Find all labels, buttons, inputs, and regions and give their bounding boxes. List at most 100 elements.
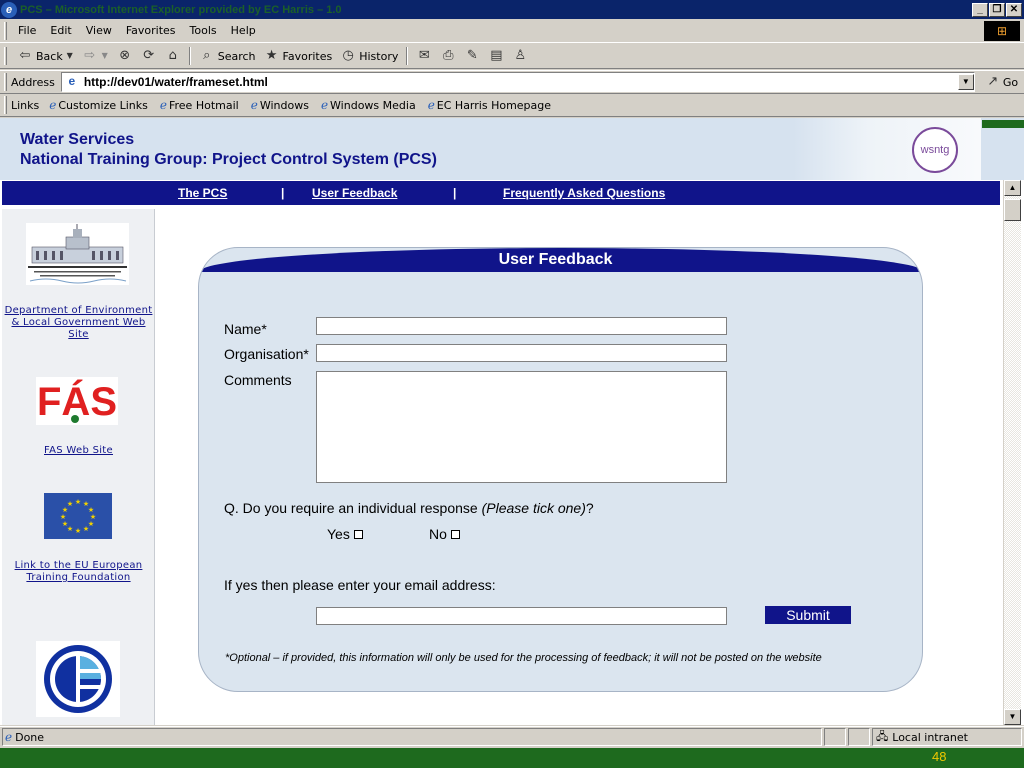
ie-app-icon: e — [1, 1, 17, 18]
circle-emblem-logo — [36, 641, 120, 717]
minimize-button[interactable]: _ — [972, 2, 988, 17]
menu-favorites[interactable]: Favorites — [119, 24, 183, 37]
menu-tools[interactable]: Tools — [183, 24, 224, 37]
search-icon: ⌕ — [203, 48, 211, 63]
submit-button[interactable]: Submit — [765, 606, 851, 624]
toolbar-separator — [406, 47, 409, 65]
fas-logo[interactable]: FÁS — [36, 377, 118, 425]
scroll-up-icon[interactable]: ▲ — [1004, 180, 1021, 196]
name-input[interactable] — [316, 317, 727, 335]
close-button[interactable]: ✕ — [1006, 2, 1022, 17]
menu-file[interactable]: File — [11, 24, 43, 37]
discuss-button[interactable]: ▤ — [484, 48, 508, 64]
svg-text:★: ★ — [67, 500, 73, 508]
link-label: Windows Media — [330, 98, 416, 112]
no-checkbox[interactable] — [450, 530, 460, 539]
vertical-scrollbar[interactable]: ▲ ▼ — [1003, 180, 1021, 725]
organisation-input[interactable] — [316, 344, 727, 362]
eu-flag-logo[interactable]: ★ ★★★★★ ★★★★★★ — [44, 493, 112, 539]
response-question: Q. Do you require an individual response… — [224, 500, 594, 516]
link-ec-harris-homepage[interactable]: ℯ EC Harris Homepage — [422, 98, 557, 112]
nav-faq[interactable]: Frequently Asked Questions — [503, 186, 665, 200]
site-title-line1: Water Services — [20, 131, 135, 148]
home-button[interactable]: ⌂ — [161, 48, 185, 64]
status-cell — [824, 728, 846, 746]
scroll-down-icon[interactable]: ▼ — [1004, 709, 1021, 725]
forward-dropdown-icon[interactable]: ▼ — [101, 48, 109, 64]
favorites-button[interactable]: ★ Favorites — [260, 48, 337, 64]
comments-textarea[interactable] — [316, 371, 727, 483]
print-button[interactable]: ⎙ — [436, 48, 460, 64]
refresh-icon: ⟳ — [143, 48, 155, 63]
refresh-button[interactable]: ⟳ — [137, 48, 161, 64]
nav-the-pcs[interactable]: The PCS — [178, 186, 227, 200]
toolbar-grip[interactable] — [4, 47, 7, 65]
go-button[interactable]: ↗ Go — [985, 74, 1018, 90]
link-windows-media[interactable]: ℯ Windows Media — [315, 98, 422, 112]
wsntg-logo: wsntg — [912, 127, 958, 173]
history-icon: ◷ — [342, 48, 354, 63]
discuss-icon: ▤ — [490, 48, 503, 63]
address-label: Address — [11, 75, 55, 89]
ie-link-icon: ℯ — [427, 98, 435, 112]
svg-text:★: ★ — [75, 527, 81, 535]
address-dropdown-icon[interactable]: ▼ — [957, 74, 974, 90]
zone-label: Local intranet — [892, 730, 968, 744]
history-button[interactable]: ◷ History — [336, 48, 402, 64]
back-button[interactable]: ⇦ Back ▼ — [13, 48, 78, 64]
dept-environment-link[interactable]: Department of Environment & Local Govern… — [2, 305, 155, 341]
site-title: Water Services National Training Group: … — [20, 130, 437, 170]
name-label: Name* — [224, 321, 267, 337]
yes-option: Yes — [327, 526, 363, 542]
page-icon: e — [68, 74, 76, 88]
search-button[interactable]: ⌕ Search — [195, 48, 260, 64]
stop-button[interactable]: ⊗ — [113, 48, 137, 64]
email-label: If yes then please enter your email addr… — [224, 577, 496, 593]
home-icon: ⌂ — [168, 48, 177, 63]
svg-text:★: ★ — [62, 520, 68, 528]
mail-button[interactable]: ✉ — [412, 48, 436, 64]
link-windows[interactable]: ℯ Windows — [245, 98, 315, 112]
ie-link-icon: ℯ — [49, 98, 57, 112]
address-input[interactable]: e http://dev01/water/frameset.html ▼ — [60, 72, 975, 92]
svg-text:★: ★ — [75, 498, 81, 506]
yes-checkbox[interactable] — [353, 530, 363, 539]
scroll-thumb[interactable] — [1004, 199, 1021, 221]
question-hint: (Please tick one) — [481, 500, 586, 516]
email-input[interactable] — [316, 607, 727, 625]
status-bar: ℯ Done 🖧 Local intranet — [0, 726, 1024, 747]
menu-view[interactable]: View — [79, 24, 119, 37]
address-bar: Address e http://dev01/water/frameset.ht… — [0, 70, 1024, 93]
feedback-panel: User Feedback Name* Organisation* Commen… — [198, 247, 923, 692]
security-zone: 🖧 Local intranet — [872, 728, 1022, 746]
history-label: History — [359, 49, 399, 63]
link-customize-links[interactable]: ℯ Customize Links — [43, 98, 154, 112]
messenger-button[interactable]: ♙ — [508, 48, 532, 64]
status-main: ℯ Done — [2, 728, 822, 746]
fas-web-site-link[interactable]: FAS Web Site — [2, 445, 155, 457]
restore-button[interactable]: ❐ — [989, 2, 1005, 17]
nav-user-feedback[interactable]: User Feedback — [312, 186, 397, 200]
eu-training-foundation-link[interactable]: Link to the EU European Training Foundat… — [2, 560, 155, 584]
yes-label: Yes — [327, 526, 350, 542]
favorites-label: Favorites — [282, 49, 333, 63]
nav-separator: | — [281, 186, 285, 200]
linksbar-grip[interactable] — [4, 96, 7, 114]
menu-edit[interactable]: Edit — [43, 24, 78, 37]
messenger-icon: ♙ — [514, 48, 527, 63]
no-label: No — [429, 526, 447, 542]
environment-dept-logo[interactable] — [26, 223, 129, 285]
question-text: Q. Do you require an individual response — [224, 500, 482, 516]
menubar-grip[interactable] — [4, 21, 7, 40]
address-url[interactable]: http://dev01/water/frameset.html — [84, 75, 958, 89]
back-dropdown-icon[interactable]: ▼ — [66, 48, 74, 64]
window-title-bar: e PCS – Microsoft Internet Explorer prov… — [0, 0, 1024, 19]
comments-label: Comments — [224, 372, 292, 388]
edit-button[interactable]: ✎ — [460, 48, 484, 64]
link-label: Free Hotmail — [168, 98, 239, 112]
forward-button[interactable]: ⇨ ▼ — [78, 48, 113, 64]
link-free-hotmail[interactable]: ℯ Free Hotmail — [154, 98, 245, 112]
status-text: Done — [15, 730, 45, 744]
menu-help[interactable]: Help — [224, 24, 263, 37]
addressbar-grip[interactable] — [4, 73, 7, 91]
